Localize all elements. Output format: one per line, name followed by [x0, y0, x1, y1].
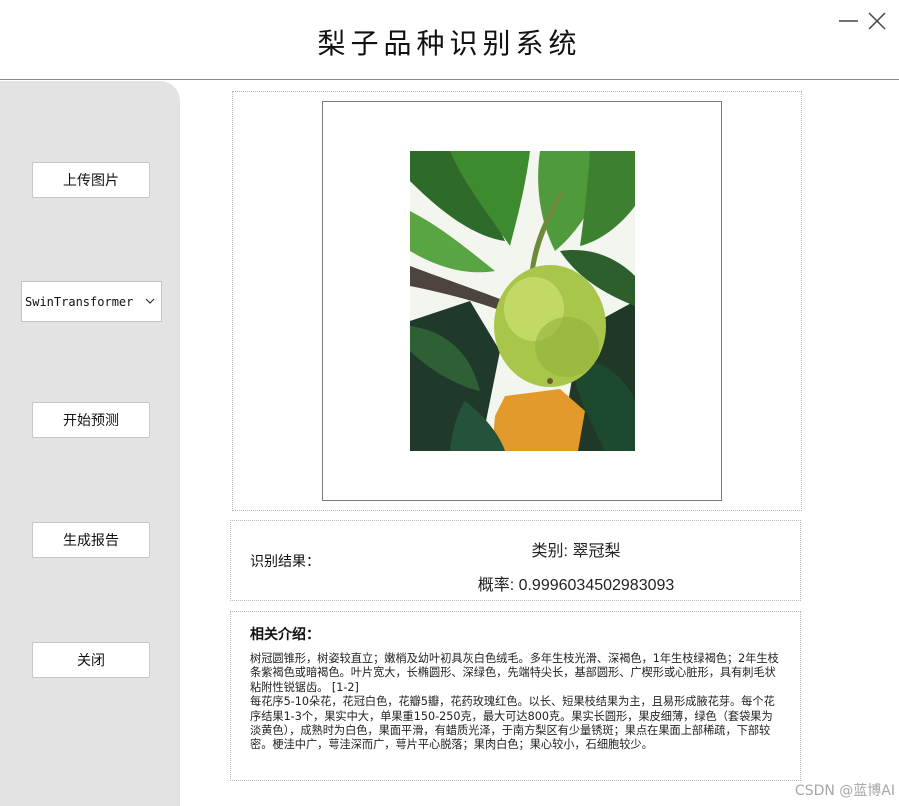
- sidebar: 上传图片 SwinTransformer 开始预测 生成报告 关闭: [0, 81, 180, 806]
- result-probability: 概率: 0.9996034502983093: [477, 577, 675, 594]
- intro-text: 树冠圆锥形，树姿较直立；嫩梢及幼叶初具灰白色绒毛。多年生枝光滑、深褐色，1年生枝…: [250, 652, 779, 752]
- upload-image-button[interactable]: 上传图片: [32, 162, 150, 198]
- result-panel: 识别结果： 类别: 翠冠梨 概率: 0.9996034502983093: [230, 520, 801, 601]
- app-title: 梨子品种识别系统: [317, 27, 582, 60]
- pear-photo: [410, 151, 635, 451]
- model-select[interactable]: SwinTransformer: [21, 281, 162, 322]
- generate-report-button[interactable]: 生成报告: [32, 522, 150, 558]
- result-class: 类别: 翠冠梨: [531, 543, 621, 560]
- close-button[interactable]: 关闭: [32, 642, 150, 678]
- close-icon: [868, 12, 886, 30]
- image-panel: [232, 91, 802, 511]
- start-predict-button[interactable]: 开始预测: [32, 402, 150, 438]
- model-select-value: SwinTransformer: [25, 294, 134, 309]
- title-bar: 梨子品种识别系统: [0, 0, 899, 80]
- minimize-button[interactable]: [836, 8, 862, 34]
- result-label: 识别结果：: [250, 554, 320, 570]
- chevron-down-icon: [145, 298, 155, 304]
- intro-panel: 相关介绍： 树冠圆锥形，树姿较直立；嫩梢及幼叶初具灰白色绒毛。多年生枝光滑、深褐…: [230, 611, 801, 781]
- minimize-icon: [839, 20, 858, 22]
- image-frame: [322, 101, 722, 501]
- window-close-button[interactable]: [864, 8, 890, 34]
- watermark: CSDN @蓝博AI: [794, 783, 895, 799]
- intro-heading: 相关介绍：: [250, 627, 320, 643]
